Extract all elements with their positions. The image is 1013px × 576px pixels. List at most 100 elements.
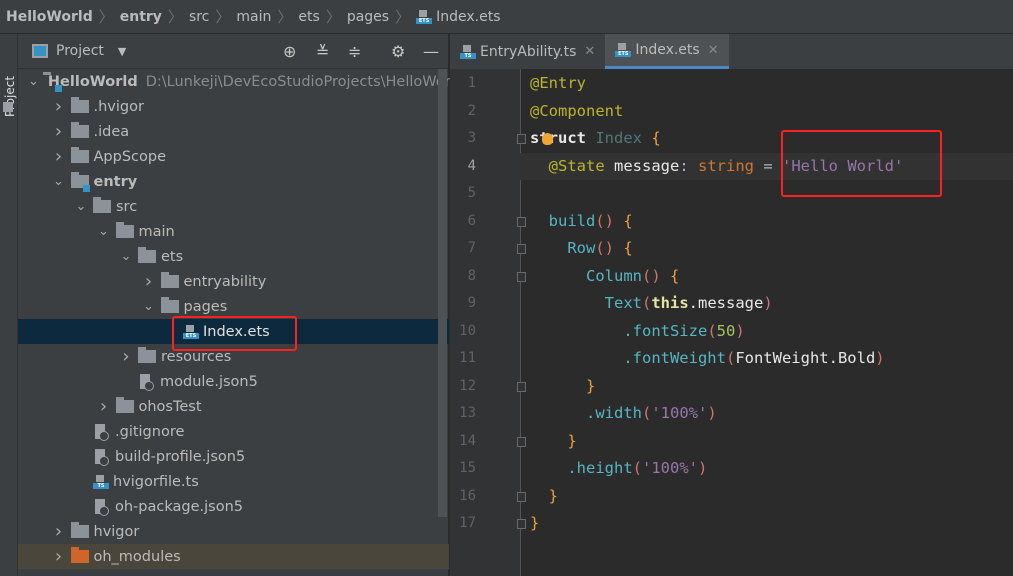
chevron-right-icon[interactable]: › [141,271,157,292]
code-line[interactable]: .width('100%') [530,400,717,427]
tree-item[interactable]: hvigorfile.ts [18,469,449,494]
code-token: } [530,431,577,450]
code-token: ( [707,321,717,340]
fold-marker-icon[interactable] [517,134,526,144]
config-file-icon [93,448,109,466]
collapse-all-icon[interactable]: ≑ [348,42,361,61]
breadcrumb-item[interactable]: pages [347,9,389,25]
tree-item[interactable]: › entryability [18,269,449,294]
code-token: @State [530,156,614,175]
line-number: 14 [459,432,476,449]
close-icon[interactable]: ✕ [708,43,719,58]
code-line[interactable]: .fontWeight(FontWeight.Bold) [530,345,884,372]
breadcrumb-item[interactable]: ets [298,9,319,25]
code-line[interactable]: } [530,510,539,537]
breadcrumb-item[interactable]: Index.ets [436,9,500,25]
tree-item[interactable]: › ohosTest [18,394,449,419]
gear-icon[interactable]: ⚙ [391,42,405,61]
tree-item[interactable]: › hvigor [18,519,449,544]
locate-icon[interactable]: ⊕ [283,42,296,61]
code-token: @Entry [530,74,586,92]
fold-marker-icon[interactable] [517,271,526,282]
line-number: 13 [459,405,476,421]
fold-marker-icon[interactable] [517,519,526,529]
close-icon[interactable]: ✕ [584,44,595,59]
code-line[interactable]: .height('100%') [530,455,707,482]
breadcrumb-item[interactable]: src [189,9,209,25]
code-line[interactable]: Column() { [530,263,679,290]
annotation-box-index-ets [172,316,297,351]
fold-marker-icon[interactable] [517,436,526,447]
tree-item[interactable]: › oh_modules [18,544,449,569]
tab-index-ets[interactable]: Index.ets ✕ [605,34,729,69]
code-line[interactable]: } [530,483,558,510]
breadcrumb-item[interactable]: main [236,9,271,25]
code-line[interactable]: } [530,428,577,455]
tree-item[interactable]: ⌄ src [18,194,449,219]
editor-tabs: EntryAbility.ts ✕ Index.ets ✕ [450,34,1013,69]
code-token: .fontWeight [530,349,726,367]
tree-item[interactable]: .gitignore [18,419,449,444]
breadcrumb-item[interactable]: entry [120,9,162,25]
minimize-icon[interactable]: — [423,42,439,61]
project-panel: Project ▼ ⊕ ≚ ≑ ⚙ — ⌄ HelloWorld D:\Lunkej… [18,34,464,576]
chevron-down-icon[interactable]: ⌄ [51,174,67,189]
tree-item-label: AppScope [93,148,167,165]
structure-icon[interactable] [3,102,13,112]
chevron-right-icon[interactable]: › [51,96,67,117]
chevron-down-icon[interactable]: ⌄ [28,74,39,89]
tree-item[interactable]: › AppScope [18,144,449,169]
code-token: struct [530,129,596,147]
line-number: 7 [467,240,476,256]
chevron-down-icon[interactable]: ⌄ [73,199,89,214]
code-line[interactable]: @Entry [530,70,586,97]
code-token: } [530,514,540,532]
breadcrumb-item[interactable]: HelloWorld [6,9,93,25]
tree-scrollbar[interactable] [438,69,447,517]
chevron-right-icon[interactable]: › [118,346,134,367]
tab-entryability-ts[interactable]: EntryAbility.ts ✕ [450,34,605,69]
chevron-right-icon[interactable]: › [96,396,112,417]
code-line[interactable]: @Component [530,98,623,125]
code-line[interactable]: .fontSize(50) [530,318,744,345]
tree-item[interactable]: ⌄ entry [18,169,449,194]
code-token: @Component [530,101,624,120]
code-token: '100%' [642,459,698,477]
chevron-down-icon[interactable]: ▼ [118,45,126,58]
tree-item[interactable]: ⌄ HelloWorld D:\Lunkeji\DevEcoStudioProjec… [18,69,464,94]
code-token: () [595,239,614,257]
fold-marker-icon[interactable] [517,244,526,254]
project-panel-header: Project ▼ ⊕ ≚ ≑ ⚙ — [18,34,448,69]
tree-item-label: ohosTest [138,398,202,415]
ets-file-icon [416,9,433,24]
code-line[interactable]: Text(this.message) [530,290,773,317]
tree-item[interactable]: › .hvigor [18,94,449,119]
tree-item[interactable]: › .idea [18,119,449,144]
chevron-right-icon[interactable]: › [51,121,67,142]
fold-marker-icon[interactable] [517,381,526,392]
chevron-down-icon[interactable]: ⌄ [96,224,112,239]
tree-item[interactable]: ⌄ main [18,219,449,244]
fold-marker-icon[interactable] [517,491,526,502]
code-line[interactable]: Row() { [530,235,632,262]
code-token: .height [530,459,633,477]
project-view-selector[interactable]: Project [56,43,104,59]
expand-all-icon[interactable]: ≚ [316,42,329,61]
code-line[interactable]: build() { [530,208,633,235]
lightbulb-icon[interactable] [542,133,553,145]
tree-item[interactable]: oh-package.json5 [18,494,449,519]
chevron-right-icon[interactable]: › [51,546,67,567]
chevron-down-icon[interactable]: ⌄ [141,299,157,314]
folder-icon [70,547,89,563]
fold-marker-icon[interactable] [517,216,526,227]
code-token: ) [707,404,717,422]
chevron-down-icon[interactable]: ⌄ [118,249,134,264]
chevron-right-icon[interactable]: › [51,521,67,542]
tree-item[interactable]: module.json5 [18,369,449,394]
code-line[interactable]: } [530,373,595,400]
code-token: 50 [716,321,736,340]
code-token: '100%' [651,404,708,422]
tree-item[interactable]: build-profile.json5 [18,444,449,469]
tree-item[interactable]: ⌄ ets [18,244,449,269]
chevron-right-icon[interactable]: › [51,146,67,167]
